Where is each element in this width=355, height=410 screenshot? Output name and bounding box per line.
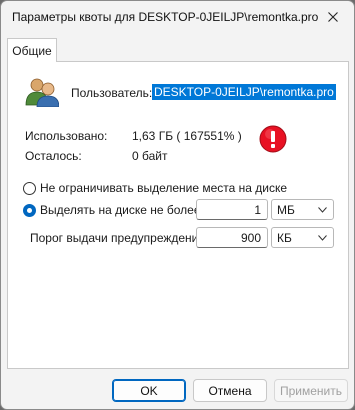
title-bar[interactable]: Параметры квоты для DESKTOP-0JEILJP\remo… [1,1,354,35]
used-value: 1,63 ГБ ( 167551% ) [132,129,242,143]
no-limit-radio[interactable] [23,181,36,195]
remaining-label: Осталось: [25,149,82,163]
window-title: Параметры квоты для DESKTOP-0JEILJP\remo… [12,10,319,24]
warning-value-input[interactable]: 900 [196,227,268,248]
no-limit-option[interactable]: Не ограничивать выделение места на диске [23,181,287,195]
limit-unit-select[interactable]: МБ [271,199,334,220]
warning-unit-value: КБ [277,231,292,245]
no-limit-label: Не ограничивать выделение места на диске [40,181,288,195]
cancel-button[interactable]: Отмена [193,379,267,402]
warning-unit-select[interactable]: КБ [271,227,334,248]
error-icon [259,125,287,153]
ok-button[interactable]: OK [112,379,186,402]
apply-button[interactable]: Применить [274,379,348,402]
chevron-down-icon [318,207,327,213]
tab-general[interactable]: Общие [7,38,57,62]
limit-unit-value: МБ [277,203,295,217]
used-label: Использовано: [25,129,108,143]
close-icon [328,12,338,22]
chevron-down-icon [318,235,327,241]
limit-value-input[interactable]: 1 [196,199,268,220]
quota-settings-dialog: Параметры квоты для DESKTOP-0JEILJP\remo… [0,0,355,410]
remaining-value: 0 байт [132,149,168,163]
warning-threshold-label: Порог выдачи предупреждений [30,231,206,245]
general-tab-panel: Пользователь: DESKTOP-0JEILJP\remontka.p… [7,61,349,369]
close-button[interactable] [312,1,354,33]
limit-option[interactable]: Выделять на диске не более [23,203,201,217]
limit-radio[interactable] [23,203,36,217]
limit-label: Выделять на диске не более [40,203,201,217]
user-label: Пользователь: [71,86,153,100]
users-icon [25,78,59,107]
user-name-value[interactable]: DESKTOP-0JEILJP\remontka.pro [152,84,336,100]
